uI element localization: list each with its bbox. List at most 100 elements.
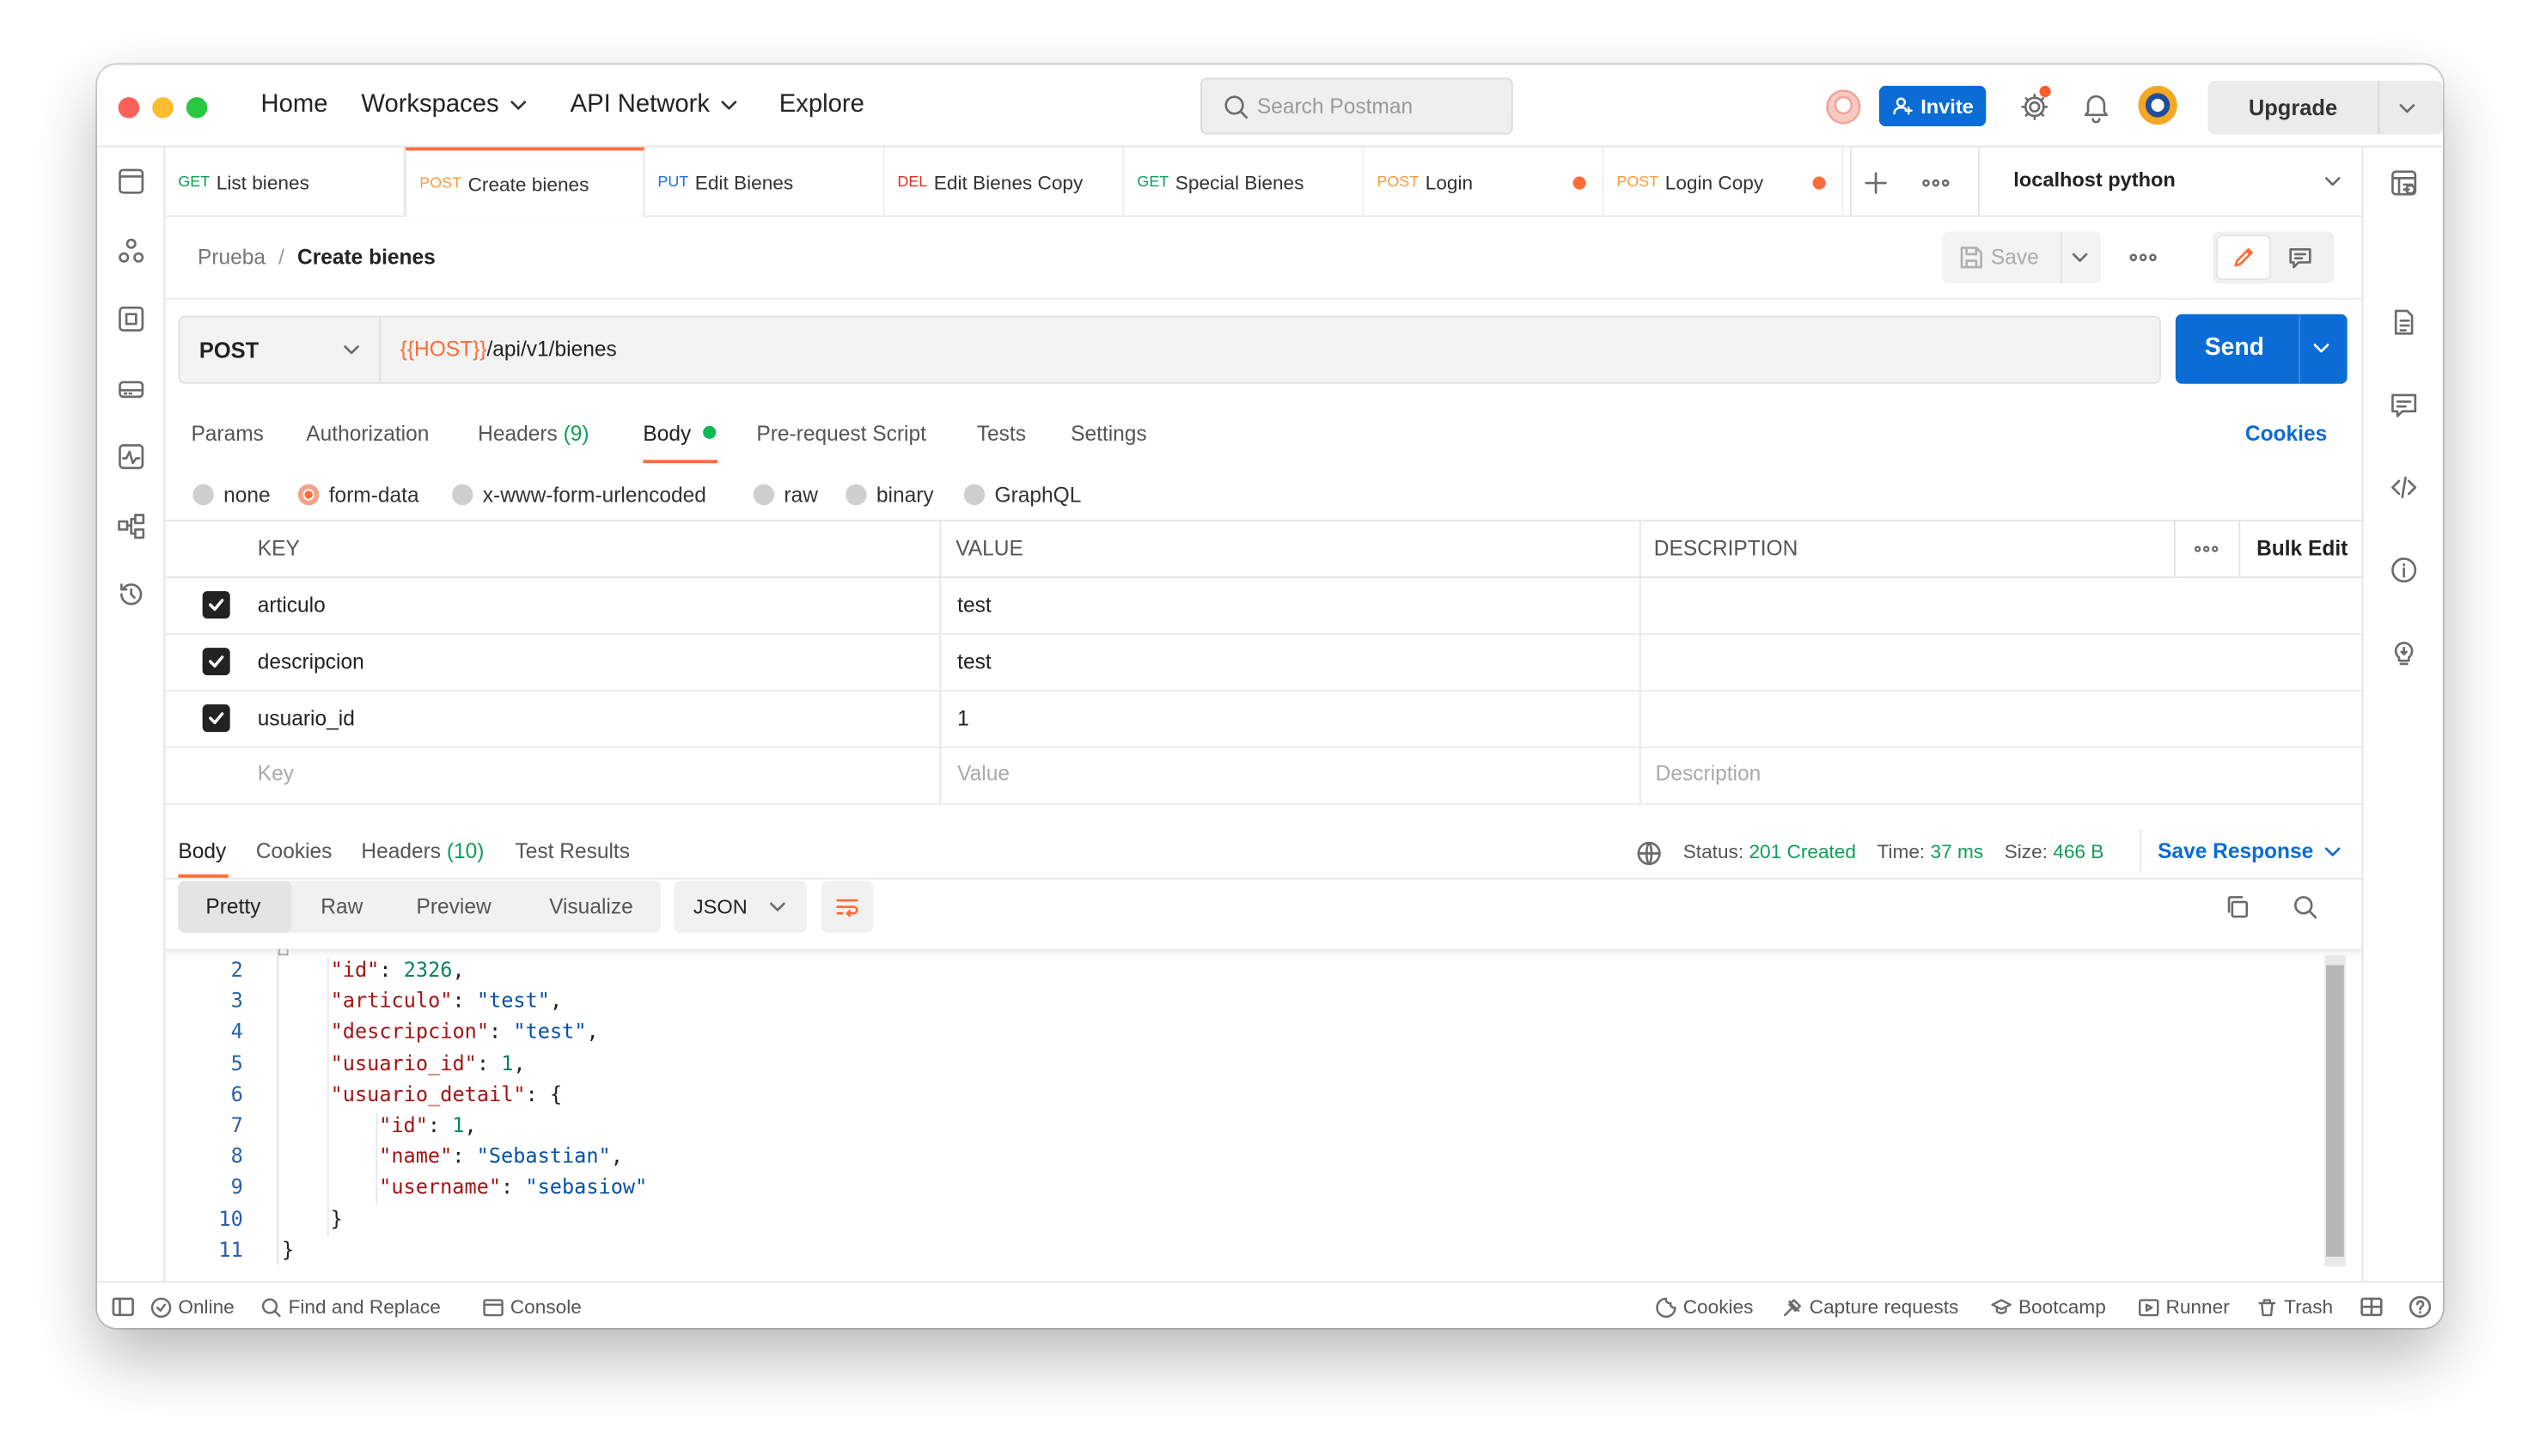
- row-key[interactable]: articulo: [258, 593, 326, 617]
- view-mode-visualize[interactable]: Visualize: [549, 894, 633, 918]
- row-key[interactable]: usuario_id: [258, 706, 355, 730]
- response-tab-cookies[interactable]: Cookies: [256, 839, 333, 863]
- runner-button[interactable]: Runner: [2138, 1295, 2230, 1319]
- collections-icon[interactable]: [117, 167, 146, 196]
- bulk-edit-button[interactable]: Bulk Edit: [2256, 536, 2348, 560]
- find-and-replace-button[interactable]: Find and Replace: [261, 1295, 441, 1319]
- body-mode-none[interactable]: none: [192, 483, 271, 507]
- breadcrumb-request-name[interactable]: Create bienes: [297, 245, 436, 269]
- settings-icon[interactable]: [2018, 85, 2051, 124]
- new-key-input[interactable]: Key: [258, 761, 294, 785]
- nav-explore[interactable]: Explore: [779, 91, 864, 120]
- code-icon[interactable]: [2390, 472, 2419, 502]
- upgrade-button[interactable]: Upgrade: [2207, 81, 2443, 135]
- row-value[interactable]: test: [957, 593, 992, 617]
- console-button[interactable]: Console: [483, 1295, 582, 1319]
- sidebar-toggle-icon[interactable]: [112, 1295, 134, 1318]
- chevron-down-icon[interactable]: [2397, 99, 2417, 119]
- info-icon[interactable]: [2390, 556, 2419, 585]
- trash-button[interactable]: Trash: [2256, 1295, 2333, 1319]
- mock-servers-icon[interactable]: [117, 374, 146, 403]
- chevron-down-icon[interactable]: [2070, 247, 2090, 267]
- url-input[interactable]: {{HOST}}/api/v1/bienes: [400, 337, 617, 361]
- tab-settings[interactable]: Settings: [1071, 421, 1147, 445]
- body-mode-raw[interactable]: raw: [753, 483, 818, 507]
- cookies-link[interactable]: Cookies: [2245, 421, 2327, 445]
- bell-icon[interactable]: [2081, 91, 2110, 124]
- request-tab[interactable]: DEL Edit Bienes Copy: [884, 147, 1125, 217]
- minimize-window-button[interactable]: [152, 97, 174, 119]
- row-value[interactable]: test: [957, 649, 992, 673]
- flows-icon[interactable]: [117, 512, 146, 541]
- tab-pre-request-script[interactable]: Pre-request Script: [756, 421, 926, 445]
- scrollbar-track[interactable]: [2324, 955, 2346, 1267]
- environment-selector[interactable]: localhost python: [1977, 147, 2362, 217]
- globe-icon[interactable]: [1636, 840, 1662, 866]
- row-checkbox[interactable]: [202, 591, 230, 619]
- environments-icon[interactable]: [117, 304, 146, 333]
- response-tab-body[interactable]: Body: [178, 839, 229, 878]
- comments-icon[interactable]: [2390, 390, 2419, 419]
- response-body-viewer[interactable]: 2 "id": 2326, 3 "articulo": "test", 4 "descri…: [165, 948, 2361, 1281]
- body-mode-form-data[interactable]: form-data: [297, 483, 419, 507]
- request-tab[interactable]: GET List bienes: [165, 147, 406, 217]
- nav-workspaces[interactable]: Workspaces: [361, 91, 528, 120]
- tab-tests[interactable]: Tests: [977, 421, 1026, 445]
- request-tab[interactable]: PUT Edit Bienes: [644, 147, 885, 217]
- documentation-icon[interactable]: [2390, 308, 2419, 337]
- breadcrumb-collection[interactable]: Prueba: [198, 245, 266, 269]
- invite-button[interactable]: Invite: [1878, 85, 1987, 127]
- online-status[interactable]: Online: [150, 1295, 235, 1319]
- more-horizontal-icon[interactable]: [2194, 536, 2219, 562]
- search-input[interactable]: Search Postman: [1200, 77, 1513, 135]
- response-time[interactable]: Time: 37 ms: [1877, 840, 1983, 862]
- request-tab[interactable]: POST Login: [1364, 147, 1604, 217]
- chevron-down-icon[interactable]: [2311, 338, 2331, 358]
- user-avatar[interactable]: [2137, 84, 2179, 134]
- search-icon[interactable]: [2293, 894, 2318, 920]
- lightbulb-icon[interactable]: [2390, 638, 2419, 667]
- monitors-icon[interactable]: [117, 442, 146, 472]
- response-tab-headers[interactable]: Headers (10): [361, 839, 484, 863]
- save-response-button[interactable]: Save Response: [2158, 839, 2342, 863]
- tab-params[interactable]: Params: [191, 421, 263, 445]
- row-value[interactable]: 1: [957, 706, 969, 730]
- close-window-button[interactable]: [118, 97, 140, 119]
- nav-home[interactable]: Home: [261, 91, 328, 120]
- body-mode-graphql[interactable]: GraphQL: [963, 483, 1081, 507]
- edit-mode-button[interactable]: [2217, 236, 2270, 279]
- response-status[interactable]: Status: 201 Created: [1683, 840, 1856, 862]
- team-avatar-icon[interactable]: [1824, 88, 1863, 126]
- comment-icon[interactable]: [2287, 245, 2313, 271]
- new-value-input[interactable]: Value: [957, 761, 1010, 785]
- more-horizontal-icon[interactable]: [2128, 245, 2158, 271]
- row-key[interactable]: descripcion: [258, 649, 364, 673]
- view-mode-preview[interactable]: Preview: [416, 894, 491, 918]
- wrap-lines-button[interactable]: [821, 880, 874, 933]
- method-select[interactable]: POST: [180, 317, 382, 382]
- nav-api-network[interactable]: API Network: [571, 91, 739, 120]
- tab-authorization[interactable]: Authorization: [306, 421, 429, 445]
- new-description-input[interactable]: Description: [1656, 761, 1762, 785]
- format-select[interactable]: JSON: [674, 880, 807, 933]
- copy-icon[interactable]: [2224, 894, 2250, 920]
- view-mode-pretty[interactable]: Pretty: [178, 880, 292, 933]
- view-mode-raw[interactable]: Raw: [321, 894, 363, 918]
- send-button[interactable]: Send: [2175, 314, 2348, 384]
- scrollbar-thumb[interactable]: [2326, 965, 2344, 1257]
- more-horizontal-icon[interactable]: [1921, 170, 1951, 196]
- zoom-window-button[interactable]: [186, 97, 208, 119]
- body-mode-urlencoded[interactable]: x-www-form-urlencoded: [451, 483, 706, 507]
- environment-quick-look-icon[interactable]: [2390, 168, 2419, 198]
- body-mode-binary[interactable]: binary: [846, 483, 934, 507]
- tab-headers[interactable]: Headers (9): [478, 421, 589, 445]
- row-checkbox[interactable]: [202, 704, 230, 733]
- history-icon[interactable]: [117, 580, 146, 609]
- response-size[interactable]: Size: 466 B: [2005, 840, 2104, 862]
- response-tab-test-results[interactable]: Test Results: [515, 839, 629, 863]
- cookies-button[interactable]: Cookies: [1656, 1295, 1753, 1319]
- save-button[interactable]: Save: [1942, 231, 2102, 283]
- two-pane-icon[interactable]: [2360, 1295, 2383, 1318]
- request-tab[interactable]: POST Create bienes: [405, 147, 645, 217]
- bootcamp-button[interactable]: Bootcamp: [1991, 1295, 2106, 1319]
